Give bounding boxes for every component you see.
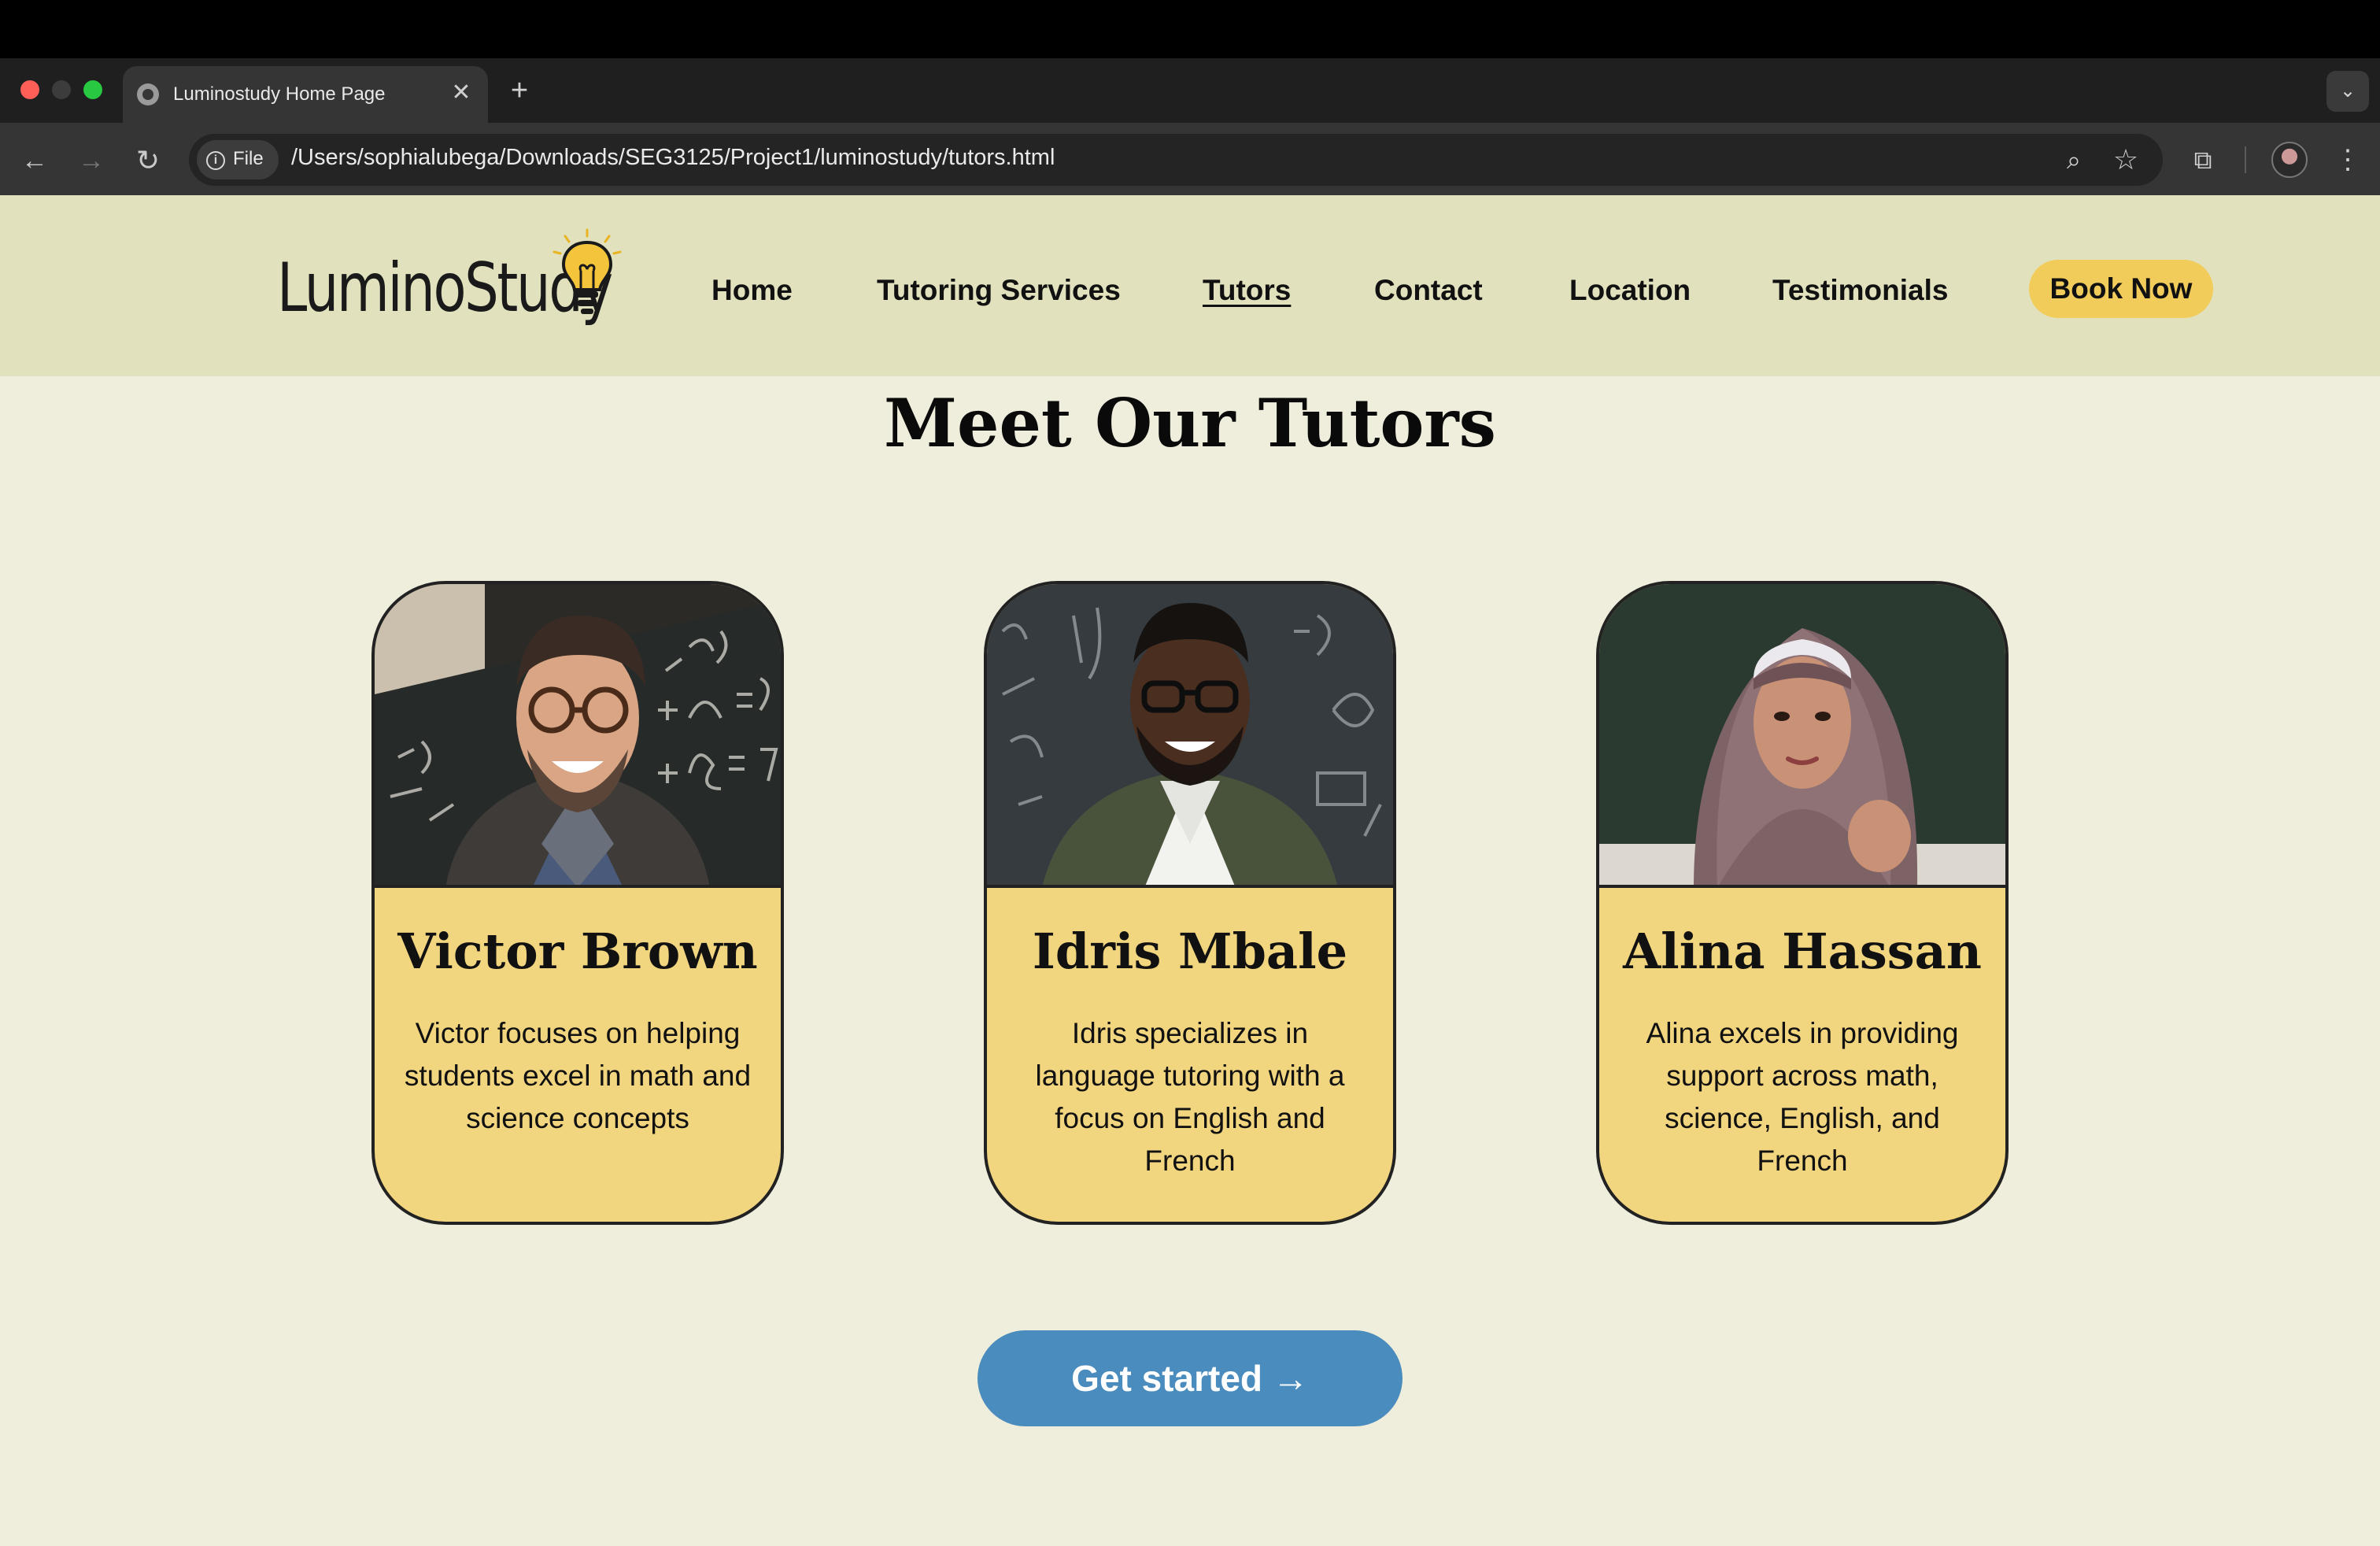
tutor-photo (375, 584, 781, 888)
tutor-name: Idris Mbale (1032, 923, 1348, 980)
profile-avatar[interactable] (2271, 142, 2308, 178)
tab-title: Luminostudy Home Page (173, 83, 386, 105)
tutor-description: Alina excels in providing support across… (1646, 1017, 1959, 1177)
nav-location[interactable]: Location (1569, 274, 1691, 307)
browser-menu-icon[interactable]: ⋮ (2331, 143, 2364, 176)
nav-contact[interactable]: Contact (1374, 274, 1483, 307)
lightbulb-icon (552, 228, 622, 314)
tutor-card: Idris Mbale Idris specializes in languag… (984, 581, 1396, 1225)
zoom-icon[interactable]: ⌕ (2057, 143, 2090, 176)
maximize-window-button[interactable] (83, 80, 102, 99)
page: LuminoStudy Home Tutoring Services Tutor… (0, 195, 2380, 1546)
tutor-photo (1599, 584, 2005, 888)
file-label: File (233, 148, 264, 169)
close-window-button[interactable] (20, 80, 39, 99)
tutor-name: Victor Brown (397, 923, 758, 980)
close-tab-icon[interactable]: ✕ (447, 79, 475, 107)
nav-tutors[interactable]: Tutors (1203, 274, 1291, 307)
url-text[interactable]: /Users/sophialubega/Downloads/SEG3125/Pr… (291, 145, 1055, 171)
book-now-button[interactable]: Book Now (2029, 260, 2213, 318)
back-arrow-icon[interactable]: ← (16, 142, 54, 179)
minimize-window-button[interactable] (52, 80, 71, 99)
tutor-photo (987, 584, 1393, 888)
tutor-description: Victor focuses on helping students excel… (404, 1017, 752, 1134)
site-header: LuminoStudy Home Tutoring Services Tutor… (0, 195, 2380, 376)
extensions-icon[interactable]: ⧉ (2186, 143, 2219, 176)
tutor-card: Victor Brown Victor focuses on helping s… (371, 581, 784, 1225)
nav-testimonials[interactable]: Testimonials (1772, 274, 1948, 307)
globe-icon (137, 83, 159, 105)
tab-search-button[interactable]: ⌄ (2326, 71, 2369, 112)
reload-icon[interactable]: ↻ (129, 142, 167, 179)
info-icon: i (206, 151, 225, 170)
page-title: Meet Our Tutors (884, 384, 1496, 462)
new-tab-button[interactable]: + (504, 76, 535, 107)
forward-arrow-icon[interactable]: → (72, 142, 110, 179)
system-menu-bar (0, 0, 2380, 58)
browser-tab[interactable]: Luminostudy Home Page ✕ (123, 66, 488, 123)
tutor-description: Idris specializes in language tutoring w… (1035, 1017, 1345, 1177)
get-started-button[interactable]: Get started → (978, 1330, 1402, 1426)
nav-tutoring-services[interactable]: Tutoring Services (877, 274, 1121, 307)
tutor-card: Alina Hassan Alina excels in providing s… (1596, 581, 2009, 1225)
nav-home[interactable]: Home (711, 274, 793, 307)
tutor-name: Alina Hassan (1623, 923, 1982, 980)
toolbar-divider (2245, 146, 2246, 173)
bookmark-star-icon[interactable]: ☆ (2109, 143, 2142, 176)
